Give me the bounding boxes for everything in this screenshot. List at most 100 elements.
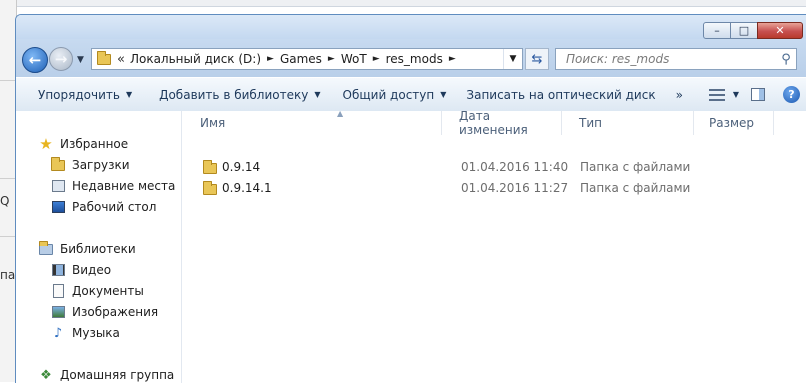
navigation-pane: ★ Избранное Загрузки Недавние места Рабо…: [16, 111, 182, 383]
nav-desktop-label: Рабочий стол: [72, 200, 157, 214]
title-bar[interactable]: – □ ✕: [16, 15, 806, 39]
nav-homegroup[interactable]: ❖ Домашняя группа: [38, 366, 174, 383]
column-header-type[interactable]: Тип: [562, 111, 694, 135]
command-bar: Упорядочить ▼ Добавить в библиотеку ▼ Об…: [16, 77, 806, 112]
history-dropdown-icon[interactable]: ▼: [77, 55, 84, 65]
file-row[interactable]: 0.9.14.1 01.04.2016 11:27 Папка с файлам…: [182, 178, 806, 200]
background-fragment-q: Q: [0, 194, 10, 208]
nav-video-label: Видео: [72, 263, 112, 277]
nav-favorites[interactable]: ★ Избранное: [38, 135, 128, 153]
forward-button[interactable]: →: [49, 47, 73, 71]
dropdown-arrow-icon: ▼: [314, 90, 321, 99]
navigation-bar: ← → ▼ « Локальный диск (D:) ► Games ► Wo…: [16, 39, 806, 77]
file-name: 0.9.14: [222, 160, 261, 174]
nav-video[interactable]: Видео: [50, 261, 111, 279]
refresh-icon: ⇆: [531, 51, 543, 67]
more-commands-button[interactable]: »: [676, 88, 683, 102]
share-label: Общий доступ: [342, 87, 435, 102]
star-icon: ★: [39, 135, 53, 153]
background-fragment-text: па: [0, 268, 16, 282]
view-controls: ▼ ?: [708, 78, 806, 111]
nav-music[interactable]: ♪ Музыка: [50, 324, 120, 342]
breadcrumb-games[interactable]: Games: [280, 52, 322, 66]
breadcrumb-wot[interactable]: WoT: [341, 52, 367, 66]
nav-music-label: Музыка: [72, 326, 120, 340]
folder-icon: [203, 160, 217, 174]
file-date: 01.04.2016 11:40: [461, 160, 569, 174]
column-type-label: Тип: [579, 116, 602, 130]
address-dropdown-icon[interactable]: ▼: [503, 49, 522, 69]
breadcrumb-separator-icon[interactable]: ►: [373, 54, 380, 64]
refresh-button[interactable]: ⇆: [525, 48, 549, 70]
libraries-icon: [38, 240, 54, 256]
arrow-right-icon: →: [54, 50, 68, 68]
downloads-folder-icon: [50, 156, 66, 172]
nav-images[interactable]: Изображения: [50, 303, 158, 321]
burn-label: Записать на оптический диск: [466, 87, 656, 102]
background-title-strip: [0, 0, 806, 7]
nav-favorites-label: Избранное: [60, 137, 129, 151]
breadcrumb-res-mods[interactable]: res_mods: [386, 52, 443, 66]
background-divider: [0, 80, 16, 81]
nav-documents[interactable]: Документы: [50, 282, 144, 300]
change-view-icon[interactable]: [708, 88, 725, 101]
address-bar[interactable]: « Локальный диск (D:) ► Games ► WoT ► re…: [91, 48, 523, 70]
column-header-name[interactable]: Имя: [182, 111, 442, 135]
column-header-date[interactable]: Дата изменения: [442, 109, 562, 137]
nav-libraries-label: Библиотеки: [60, 242, 136, 256]
add-to-library-label: Добавить в библиотеку: [159, 87, 309, 102]
file-type: Папка с файлами: [580, 160, 691, 174]
window-controls: – □ ✕: [703, 22, 803, 39]
folder-icon: [97, 50, 111, 65]
organize-menu[interactable]: Упорядочить ▼: [28, 88, 142, 102]
nav-recent-places[interactable]: Недавние места: [50, 177, 175, 195]
nav-documents-label: Документы: [72, 284, 144, 298]
column-header-size[interactable]: Размер: [694, 111, 774, 135]
burn-button[interactable]: Записать на оптический диск: [456, 88, 665, 102]
arrow-left-icon: ←: [28, 51, 42, 69]
preview-pane-icon[interactable]: [751, 88, 765, 101]
file-type: Папка с файлами: [580, 181, 691, 195]
documents-library-icon: [50, 284, 66, 298]
close-button[interactable]: ✕: [757, 22, 803, 39]
nav-desktop[interactable]: Рабочий стол: [50, 198, 156, 216]
recent-places-icon: [50, 179, 66, 193]
images-library-icon: [50, 305, 66, 319]
nav-homegroup-label: Домашняя группа: [60, 368, 175, 382]
file-name: 0.9.14.1: [222, 181, 272, 195]
file-list: ▲ Имя Дата изменения Тип Размер 0.9.14 0…: [182, 109, 806, 383]
background-divider: [0, 236, 16, 237]
column-name-label: Имя: [200, 116, 226, 130]
search-input[interactable]: [564, 51, 776, 67]
breadcrumb-drive[interactable]: Локальный диск (D:): [130, 52, 261, 66]
explorer-window: – □ ✕ ← → ▼ « Локальный диск (D:) ► Game…: [15, 14, 806, 383]
dropdown-arrow-icon: ▼: [440, 90, 447, 99]
file-date: 01.04.2016 11:27: [461, 181, 569, 195]
search-icon[interactable]: ⚲: [776, 52, 796, 67]
file-row[interactable]: 0.9.14 01.04.2016 11:40 Папка с файлами: [182, 157, 806, 179]
nav-libraries[interactable]: Библиотеки: [38, 240, 136, 258]
breadcrumb-separator-icon[interactable]: ►: [328, 54, 335, 64]
column-size-label: Размер: [709, 116, 755, 130]
video-library-icon: [50, 263, 66, 277]
organize-label: Упорядочить: [38, 87, 120, 102]
nav-images-label: Изображения: [72, 305, 159, 319]
nav-downloads-label: Загрузки: [72, 158, 130, 172]
breadcrumb-separator-icon[interactable]: ►: [267, 54, 274, 64]
nav-recent-label: Недавние места: [72, 179, 176, 193]
nav-downloads[interactable]: Загрузки: [50, 156, 130, 174]
share-menu[interactable]: Общий доступ ▼: [333, 88, 457, 102]
add-to-library-menu[interactable]: Добавить в библиотеку ▼: [149, 88, 330, 102]
dropdown-arrow-icon: ▼: [125, 90, 133, 99]
music-note-icon: ♪: [53, 325, 63, 341]
help-icon[interactable]: ?: [783, 86, 800, 103]
breadcrumb-separator-icon[interactable]: ►: [449, 54, 456, 64]
maximize-button[interactable]: □: [730, 22, 758, 39]
view-dropdown-icon[interactable]: ▼: [733, 90, 739, 99]
homegroup-icon: ❖: [40, 367, 52, 383]
back-button[interactable]: ←: [22, 47, 48, 73]
minimize-button[interactable]: –: [703, 22, 731, 39]
address-overflow-icon[interactable]: «: [117, 52, 125, 67]
folder-icon: [203, 181, 217, 195]
search-box[interactable]: ⚲: [555, 48, 797, 70]
